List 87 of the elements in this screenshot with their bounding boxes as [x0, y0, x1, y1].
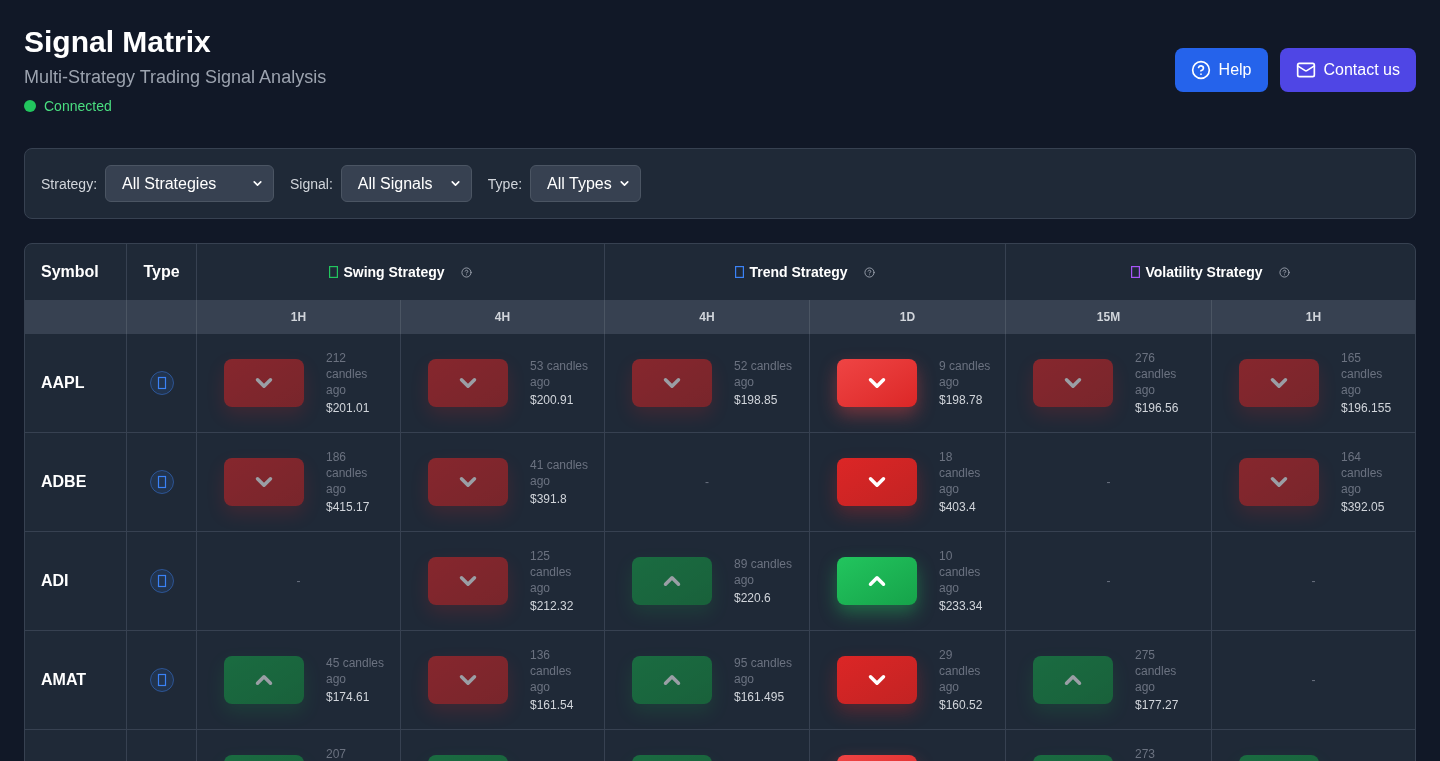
- candles-ago-text: 276 candles ago: [1135, 350, 1178, 398]
- price-text: $177.27: [1135, 697, 1180, 713]
- candles-ago-text: 95 candles ago: [734, 655, 794, 687]
- candles-ago-text: 18 candles ago: [939, 449, 982, 497]
- down-signal-button[interactable]: [837, 458, 917, 506]
- candles-ago-text: 52 candles ago: [734, 358, 794, 390]
- status-text: Connected: [44, 97, 112, 116]
- filter-label: Strategy:: [41, 174, 98, 194]
- symbol-label: ADBE: [41, 472, 87, 492]
- column-header: Type: [143, 262, 180, 282]
- up-signal-button[interactable]: [632, 557, 712, 605]
- rectangle-in-circle-icon: [149, 668, 174, 692]
- price-text: $196.56: [1135, 400, 1180, 416]
- price-text: $392.05: [1341, 499, 1386, 515]
- price-text: $201.01: [326, 400, 371, 416]
- candles-ago-text: 53 candles ago: [530, 358, 590, 390]
- price-text: $196.155: [1341, 400, 1393, 416]
- help-icon[interactable]: [863, 266, 875, 278]
- rectangle-in-circle-icon: [149, 371, 174, 395]
- price-text: $160.52: [939, 697, 984, 713]
- candles-ago-text: 275 candles ago: [1135, 647, 1178, 695]
- strategy-title: Trend Strategy: [749, 263, 848, 282]
- symbol-label: ADI: [41, 571, 69, 591]
- filter-label: Signal:: [290, 174, 333, 194]
- candles-ago-text: 165 candles ago: [1341, 350, 1384, 398]
- candles-ago-text: 207: [326, 746, 348, 761]
- candles-ago-text: 9 candles ago: [939, 358, 991, 390]
- filter-select[interactable]: All Signals: [340, 165, 472, 202]
- candles-ago-text: 273: [1135, 746, 1157, 761]
- filter-label: Type:: [487, 174, 523, 194]
- price-text: $391.8: [530, 491, 568, 507]
- up-signal-button[interactable]: [1033, 656, 1113, 704]
- candles-ago-text: 212 candles ago: [326, 350, 369, 398]
- timeframe-label: 4H: [494, 309, 511, 325]
- rectangle-in-circle-icon: [149, 569, 174, 593]
- price-text: $403.4: [939, 499, 977, 515]
- timeframe-label: 1H: [290, 309, 307, 325]
- empty-dash: -: [1106, 474, 1111, 490]
- price-text: $198.85: [734, 392, 779, 408]
- down-signal-button[interactable]: [837, 656, 917, 704]
- empty-dash: -: [296, 573, 301, 589]
- price-text: $198.78: [939, 392, 984, 408]
- candles-ago-text: 45 candles ago: [326, 655, 386, 687]
- candles-ago-text: 10 candles ago: [939, 548, 982, 596]
- strategy-title: Volatility Strategy: [1145, 263, 1263, 282]
- price-text: $220.6: [734, 590, 772, 606]
- timeframe-label: 4H: [699, 309, 715, 325]
- timeframe-label: 1D: [899, 309, 916, 325]
- candles-ago-text: 136 candles ago: [530, 647, 573, 695]
- rectangle-in-circle-icon: [149, 470, 174, 494]
- price-text: $200.91: [530, 392, 575, 408]
- candles-ago-text: 186 candles ago: [326, 449, 369, 497]
- price-text: $415.17: [326, 499, 371, 515]
- mail-icon: [1295, 60, 1316, 80]
- candles-ago-text: 125 candles ago: [530, 548, 573, 596]
- price-text: $233.34: [939, 598, 984, 614]
- page-title: Signal Matrix: [24, 24, 212, 60]
- help-icon[interactable]: [1278, 266, 1290, 278]
- candles-ago-text: 29 candles ago: [939, 647, 982, 695]
- candles-ago-text: 41 candles ago: [530, 457, 590, 489]
- strategy-title: Swing Strategy: [343, 263, 445, 282]
- candles-ago-text: 164 candles ago: [1341, 449, 1384, 497]
- symbol-label: AMAT: [41, 670, 87, 690]
- help-button[interactable]: Help: [1174, 48, 1268, 92]
- empty-dash: -: [705, 474, 709, 490]
- up-signal-button[interactable]: [632, 656, 712, 704]
- empty-dash: -: [1106, 573, 1111, 589]
- column-header: Symbol: [41, 262, 99, 282]
- down-signal-button[interactable]: [837, 359, 917, 407]
- filter-select[interactable]: All Strategies: [105, 165, 275, 202]
- help-icon[interactable]: [460, 266, 472, 278]
- timeframe-label: 1H: [1305, 309, 1322, 325]
- price-text: $161.54: [530, 697, 575, 713]
- empty-dash: -: [1311, 573, 1316, 589]
- help-icon: [1190, 60, 1211, 80]
- up-signal-button[interactable]: [224, 656, 304, 704]
- price-text: $212.32: [530, 598, 575, 614]
- page-subtitle: Multi-Strategy Trading Signal Analysis: [24, 66, 327, 89]
- empty-dash: -: [1311, 672, 1316, 688]
- timeframe-label: 15M: [1096, 309, 1121, 325]
- up-signal-button[interactable]: [837, 557, 917, 605]
- price-text: $161.495: [734, 689, 786, 705]
- candles-ago-text: 89 candles ago: [734, 556, 794, 588]
- contact-button[interactable]: Contact us: [1279, 48, 1416, 92]
- price-text: $174.61: [326, 689, 371, 705]
- symbol-label: AAPL: [41, 373, 85, 393]
- filter-select[interactable]: All Types: [530, 165, 642, 202]
